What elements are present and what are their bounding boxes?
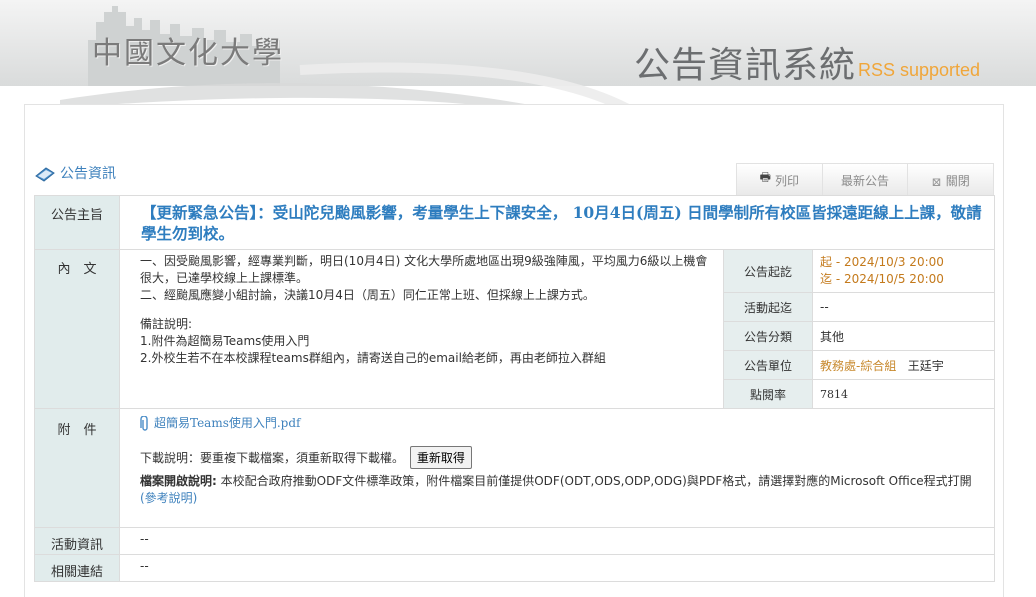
related-links-row: 相關連結 --: [34, 554, 995, 582]
activity-info-value: --: [119, 527, 995, 555]
system-title: 公告資訊系統: [634, 45, 857, 86]
content-line: 一、因受颱風影響，經專業判斷，明日(10月4日) 文化大學所處地區出現9級強陣風…: [140, 254, 708, 285]
unit-person: 王廷宇: [907, 358, 944, 373]
content-line: 二、經颱風應變小組討論，決議10月4日（周五）同仁正常上班、但採線上上課方式。: [140, 288, 595, 302]
activity-period-label: 活動起迄: [723, 292, 813, 322]
notes-line: 1.附件為超簡易Teams使用入門: [140, 334, 310, 348]
activity-info-label: 活動資訊: [34, 527, 120, 555]
subject-label: 公告主旨: [34, 195, 120, 250]
print-label: 列印: [774, 174, 799, 188]
notes-line: 2.外校生若不在本校課程teams群組內，請寄送自己的email給老師，再由老師…: [140, 351, 606, 365]
site-header: 中國文化大學 公告資訊系統 RSS supported: [0, 0, 1036, 86]
section-title-text: 公告資訊: [60, 166, 116, 182]
period-value: 起 - 2024/10/3 20:00 迄 - 2024/10/5 20:00: [812, 249, 995, 293]
clicks-value: 7814: [812, 379, 995, 409]
announcement-table: 公告主旨 【更新緊急公告】：受山陀兒颱風影響，考量學生上下課安全， 10月4日(…: [34, 195, 995, 582]
odf-reference-link[interactable]: (參考說明): [140, 491, 197, 505]
period-end: 迄 - 2024/10/5 20:00: [820, 272, 944, 286]
attachment-cell: 超簡易Teams使用入門.pdf 下載說明：要重複下載檔案，須重新取得下載權。 …: [119, 408, 995, 528]
rss-label[interactable]: RSS supported: [858, 60, 980, 81]
unit-label: 公告單位: [723, 350, 813, 380]
category-label: 公告分類: [723, 321, 813, 351]
unit-value: 教務處-綜合組 王廷宇: [812, 350, 995, 380]
odf-label: 檔案開啟說明:: [140, 474, 217, 488]
content-row: 內 文 一、因受颱風影響，經專業判斷，明日(10月4日) 文化大學所處地區出現9…: [34, 249, 995, 409]
attachment-link[interactable]: 超簡易Teams使用入門.pdf: [154, 415, 301, 432]
notes-line: 備註說明:: [140, 317, 193, 331]
close-icon: ⊠: [931, 175, 942, 189]
info-icon: [35, 167, 55, 182]
content-label: 內 文: [34, 249, 120, 409]
period-start: 起 - 2024/10/3 20:00: [820, 255, 944, 269]
activity-period-value: --: [812, 292, 995, 322]
meta-table: 公告起訖 起 - 2024/10/3 20:00 迄 - 2024/10/5 2…: [723, 249, 995, 409]
university-logo[interactable]: 中國文化大學: [92, 28, 284, 72]
attachment-row: 附 件 超簡易Teams使用入門.pdf 下載說明：要重複下載檔案，須重新取得下…: [34, 408, 995, 528]
activity-info-row: 活動資訊 --: [34, 527, 995, 555]
related-links-value: --: [119, 554, 995, 582]
download-note: 下載說明：要重複下載檔案，須重新取得下載權。: [140, 451, 405, 465]
subject-row: 公告主旨 【更新緊急公告】：受山陀兒颱風影響，考量學生上下課安全， 10月4日(…: [34, 195, 995, 250]
refetch-button[interactable]: 重新取得: [409, 446, 472, 469]
period-label: 公告起訖: [723, 249, 813, 293]
print-button[interactable]: 🖶 列印: [736, 163, 823, 195]
printer-icon: 🖶: [759, 170, 771, 184]
related-links-label: 相關連結: [34, 554, 120, 582]
attachment-label: 附 件: [34, 408, 120, 528]
content-cell: 一、因受颱風影響，經專業判斷，明日(10月4日) 文化大學所處地區出現9級強陣風…: [119, 249, 995, 409]
toolbar: 🖶 列印 最新公告 ⊠ 關閉: [736, 163, 995, 195]
odf-text: 本校配合政府推動ODF文件標準政策，附件檔案目前僅提供ODF(ODT,ODS,O…: [220, 474, 972, 488]
clicks-label: 點閱率: [723, 379, 813, 409]
paperclip-icon: [140, 415, 148, 431]
section-heading: 公告資訊: [34, 163, 116, 183]
announcement-content: 一、因受颱風影響，經專業判斷，明日(10月4日) 文化大學所處地區出現9級強陣風…: [120, 250, 723, 408]
close-label: 關閉: [945, 174, 970, 188]
close-button[interactable]: ⊠ 關閉: [907, 163, 995, 195]
latest-announcements-button[interactable]: 最新公告: [821, 163, 909, 195]
unit-dept: 教務處-綜合組: [820, 358, 897, 373]
latest-label: 最新公告: [841, 174, 890, 188]
subject-value: 【更新緊急公告】：受山陀兒颱風影響，考量學生上下課安全， 10月4日(周五) 日…: [119, 195, 995, 250]
category-value: 其他: [812, 321, 995, 351]
announcement-title: 【更新緊急公告】：受山陀兒颱風影響，考量學生上下課安全， 10月4日(周五) 日…: [141, 203, 982, 243]
